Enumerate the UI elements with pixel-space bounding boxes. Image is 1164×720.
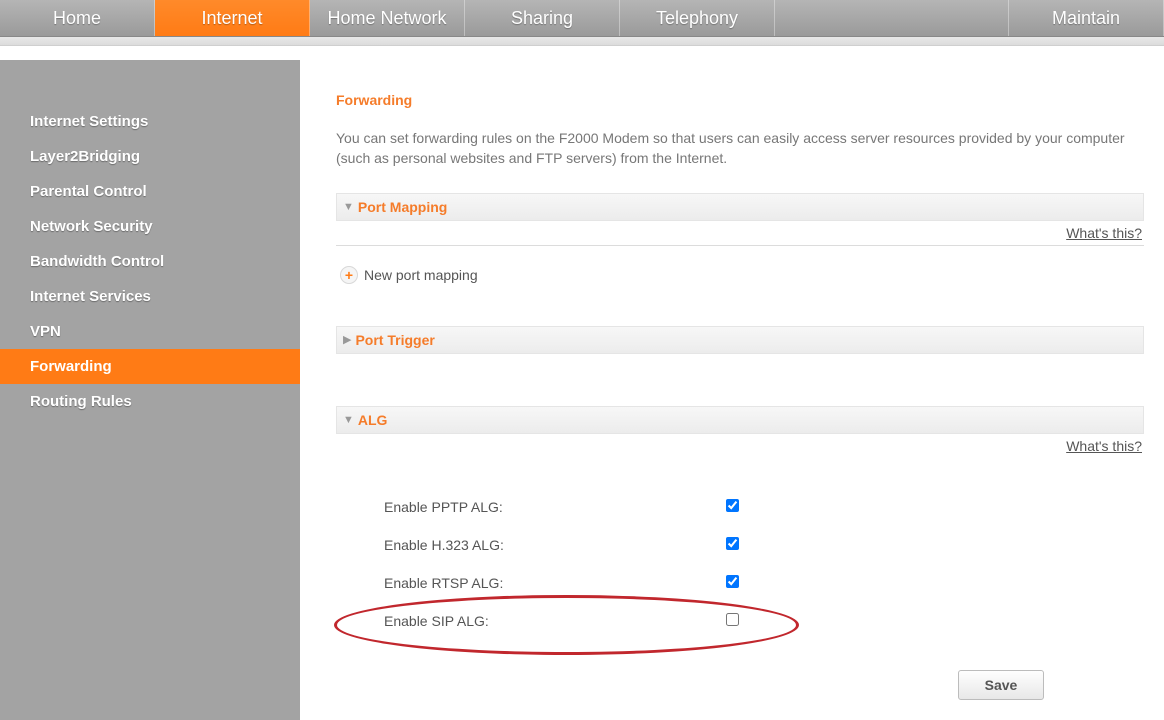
section-title-port-trigger: Port Trigger [355,332,434,348]
page-body: Internet Settings Layer2Bridging Parenta… [0,60,1164,720]
alg-options: Enable PPTP ALG: Enable H.323 ALG: Enabl… [336,458,1144,660]
tab-telephony[interactable]: Telephony [620,0,775,36]
sidebar-item-bandwidth-control[interactable]: Bandwidth Control [0,244,300,279]
alg-label-pptp: Enable PPTP ALG: [384,499,726,515]
alg-checkbox-h323[interactable] [726,537,739,550]
page-description: You can set forwarding rules on the F200… [336,128,1126,169]
section-title-alg: ALG [358,412,388,428]
section-title-port-mapping: Port Mapping [358,199,447,215]
alg-label-h323: Enable H.323 ALG: [384,537,726,553]
alg-row-h323: Enable H.323 ALG: [384,526,1144,564]
page-title: Forwarding [336,92,1144,108]
save-button[interactable]: Save [958,670,1044,700]
chevron-right-icon: ▶ [343,333,351,346]
save-bar: Save [336,670,1144,700]
sidebar-item-vpn[interactable]: VPN [0,314,300,349]
alg-checkbox-sip[interactable] [726,613,739,626]
section-header-port-mapping[interactable]: ▼ Port Mapping [336,193,1144,221]
sidebar-item-internet-settings[interactable]: Internet Settings [0,104,300,139]
alg-label-sip: Enable SIP ALG: [384,613,726,629]
main-content: Forwarding You can set forwarding rules … [300,60,1164,720]
alg-label-rtsp: Enable RTSP ALG: [384,575,726,591]
section-header-port-trigger[interactable]: ▶ Port Trigger [336,326,1144,354]
section-header-alg[interactable]: ▼ ALG [336,406,1144,434]
tab-home-network[interactable]: Home Network [310,0,465,36]
whats-this-link[interactable]: What's this? [1066,438,1142,454]
top-nav: Home Internet Home Network Sharing Telep… [0,0,1164,37]
whats-this-row-port-mapping: What's this? [336,221,1144,246]
alg-row-sip: Enable SIP ALG: [384,602,1144,640]
sidebar: Internet Settings Layer2Bridging Parenta… [0,60,300,720]
alg-checkbox-rtsp[interactable] [726,575,739,588]
tab-maintain[interactable]: Maintain [1009,0,1164,36]
alg-row-rtsp: Enable RTSP ALG: [384,564,1144,602]
chevron-down-icon: ▼ [343,201,354,213]
nav-underbar [0,37,1164,46]
whats-this-row-alg: What's this? [336,434,1144,458]
chevron-down-icon: ▼ [343,414,354,426]
sidebar-item-layer2bridging[interactable]: Layer2Bridging [0,139,300,174]
plus-icon[interactable]: + [340,266,358,284]
tab-home[interactable]: Home [0,0,155,36]
sidebar-item-routing-rules[interactable]: Routing Rules [0,384,300,419]
sidebar-item-parental-control[interactable]: Parental Control [0,174,300,209]
tab-internet[interactable]: Internet [155,0,310,36]
sidebar-item-network-security[interactable]: Network Security [0,209,300,244]
port-mapping-actions: + New port mapping [336,246,1144,314]
new-port-mapping-link[interactable]: New port mapping [364,267,478,283]
sidebar-item-internet-services[interactable]: Internet Services [0,279,300,314]
alg-row-pptp: Enable PPTP ALG: [384,488,1144,526]
tab-spacer [775,0,1009,36]
alg-checkbox-pptp[interactable] [726,499,739,512]
tab-sharing[interactable]: Sharing [465,0,620,36]
whats-this-link[interactable]: What's this? [1066,225,1142,241]
sidebar-item-forwarding[interactable]: Forwarding [0,349,300,384]
